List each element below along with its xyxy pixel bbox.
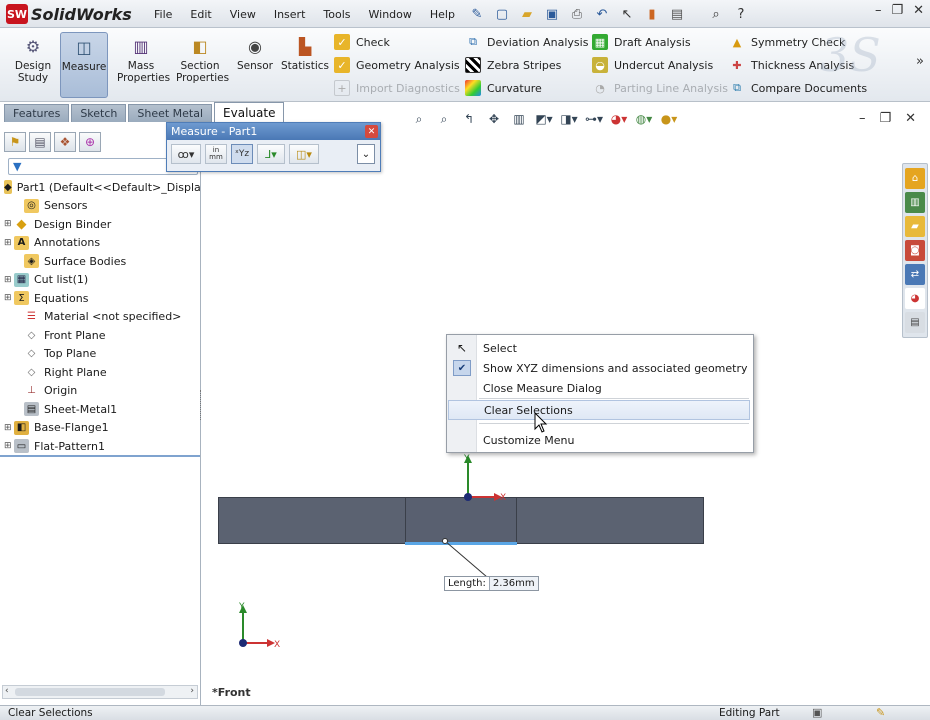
part-origin-triad: Y X: [463, 454, 506, 503]
context-menu: ↖ Select ✔ Show XYZ dimensions and associa…: [446, 334, 754, 453]
triad-y-axis-label: Y: [238, 602, 245, 612]
status-help-icon[interactable]: ✎: [876, 706, 885, 719]
status-units-icon[interactable]: ▣: [812, 706, 822, 719]
checkmark-icon: ✔: [453, 360, 471, 376]
status-editing-mode: Editing Part: [719, 707, 780, 719]
menu-item-close-measure[interactable]: Close Measure Dialog: [447, 378, 753, 398]
mouse-cursor-icon: [534, 412, 548, 433]
length-label: Length:: [448, 578, 486, 589]
length-value: 2.36mm: [488, 577, 538, 590]
menu-item-clear-selections[interactable]: Clear Selections: [448, 400, 750, 420]
reference-triad: Y X: [238, 602, 280, 650]
select-arrow-icon: ↖: [456, 341, 468, 355]
callout-anchor-point: [442, 538, 448, 544]
menu-item-select[interactable]: ↖ Select: [447, 338, 753, 358]
status-message: Clear Selections: [8, 707, 93, 719]
menu-item-show-xyz[interactable]: ✔ Show XYZ dimensions and associated geom…: [447, 358, 753, 378]
menu-separator: [479, 423, 749, 424]
part-y-axis-label: Y: [463, 454, 470, 464]
status-bar: Clear Selections Editing Part ▣ ✎: [0, 705, 930, 720]
length-measurement-callout[interactable]: Length: 2.36mm: [444, 576, 539, 591]
callout-leader-line: [444, 540, 488, 578]
menu-item-customize-menu[interactable]: Customize Menu: [447, 430, 753, 450]
triad-x-axis-label: X: [274, 640, 280, 650]
part-x-axis-label: X: [500, 493, 506, 503]
view-name-label: *Front: [212, 686, 251, 699]
menu-separator: [479, 398, 749, 399]
